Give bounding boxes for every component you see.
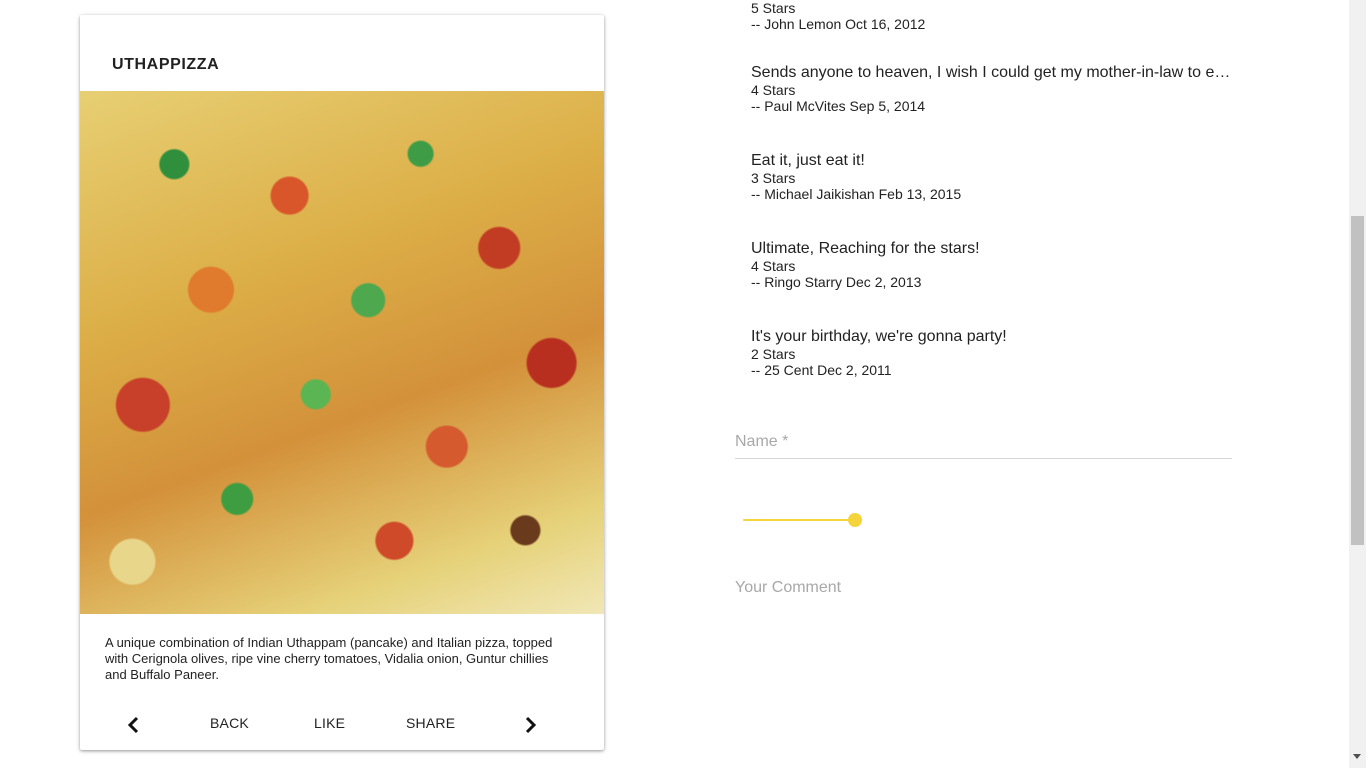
comment-rating: 4 Stars: [751, 82, 796, 98]
comment-rating: 5 Stars: [751, 0, 796, 16]
comment-author-date: -- Michael Jaikishan Feb 13, 2015: [751, 186, 962, 202]
name-input[interactable]: Name *: [735, 432, 1232, 459]
comment-author-date: -- Paul McVites Sep 5, 2014: [751, 98, 926, 114]
dish-image: [80, 91, 604, 614]
comment-text: Sends anyone to heaven, I wish I could g…: [751, 64, 1239, 81]
comment-item: Eat it, just eat it! 3 Stars -- Michael …: [751, 152, 1241, 202]
next-dish-button[interactable]: [520, 715, 540, 735]
comment-rating: 2 Stars: [751, 346, 796, 362]
comment-author-date: -- John Lemon Oct 16, 2012: [751, 16, 926, 32]
back-button[interactable]: BACK: [210, 715, 249, 731]
comment-text: It's your birthday, we're gonna party!: [751, 328, 1007, 345]
dish-card: UTHAPPIZZA A unique combination of India…: [80, 15, 604, 750]
comment-author-date: -- Ringo Starry Dec 2, 2013: [751, 274, 922, 290]
comment-item: Sends anyone to heaven, I wish I could g…: [751, 64, 1241, 114]
like-button[interactable]: LIKE: [314, 715, 345, 731]
scrollbar-thumb[interactable]: [1351, 216, 1364, 545]
page-scrollbar[interactable]: [1349, 0, 1366, 768]
scroll-down-arrow-icon[interactable]: [1353, 754, 1361, 759]
dish-detail-page: UTHAPPIZZA A unique combination of India…: [0, 0, 1366, 768]
comment-rating: 3 Stars: [751, 170, 796, 186]
rating-slider-thumb[interactable]: [848, 513, 862, 527]
dish-description: A unique combination of Indian Uthappam …: [105, 635, 553, 682]
chevron-left-icon: [127, 716, 139, 734]
rating-slider[interactable]: [743, 510, 868, 530]
comment-text: Ultimate, Reaching for the stars!: [751, 240, 980, 257]
comment-author-date: -- 25 Cent Dec 2, 2011: [751, 362, 892, 378]
comment-text: Eat it, just eat it!: [751, 152, 865, 169]
share-button[interactable]: SHARE: [406, 715, 455, 731]
dish-title: UTHAPPIZZA: [112, 56, 220, 73]
rating-slider-track[interactable]: [743, 519, 855, 521]
comment-rating: 4 Stars: [751, 258, 796, 274]
comment-item: Ultimate, Reaching for the stars! 4 Star…: [751, 240, 1241, 290]
name-input-label: Name *: [735, 433, 789, 450]
comment-item: It's your birthday, we're gonna party! 2…: [751, 328, 1241, 378]
comment-item: 5 Stars -- John Lemon Oct 16, 2012: [751, 0, 1241, 32]
prev-dish-button[interactable]: [124, 715, 144, 735]
chevron-right-icon: [525, 716, 537, 734]
comment-input[interactable]: Your Comment: [735, 579, 841, 597]
